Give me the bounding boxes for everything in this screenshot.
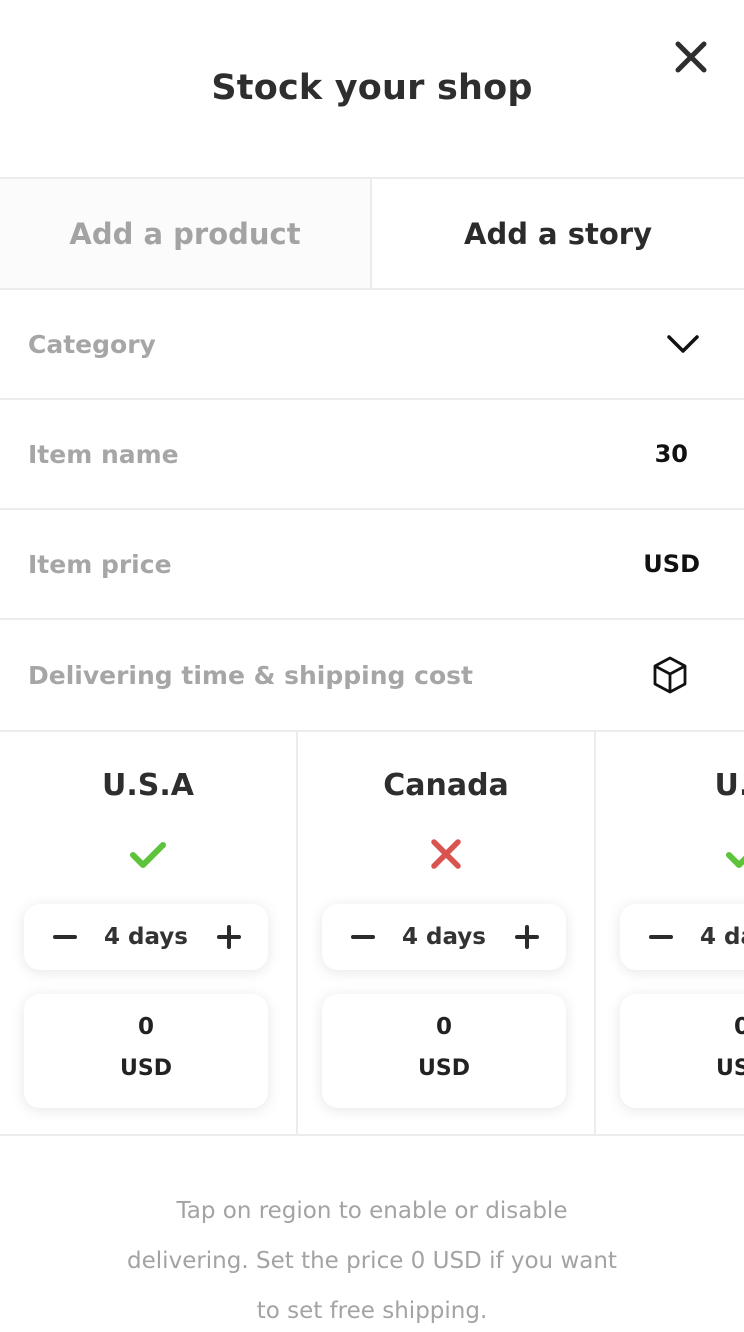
increase-days-button[interactable] <box>204 904 254 970</box>
box-icon <box>650 655 690 695</box>
check-icon <box>130 842 166 868</box>
shipping-price-value: 0 <box>435 1014 452 1040</box>
tab-bar: Add a product Add a story <box>0 177 744 290</box>
tab-add-story[interactable]: Add a story <box>372 179 744 288</box>
shipping-currency: USD <box>716 1056 744 1081</box>
currency-label: USD <box>643 550 700 578</box>
tab-label: Add a product <box>69 216 301 251</box>
shipping-price-field[interactable]: 0 USD <box>620 994 744 1108</box>
cross-icon <box>431 839 461 869</box>
shipping-regions: U.S.A 4 days 0 USD Canada 4 days 0 USD U… <box>0 730 744 1136</box>
region-name: U.K <box>714 768 744 803</box>
close-button[interactable] <box>672 38 710 76</box>
shipping-currency: USD <box>120 1056 172 1081</box>
category-select[interactable]: Category <box>0 290 744 400</box>
check-icon <box>726 852 744 868</box>
chevron-down-icon <box>666 333 700 355</box>
decrease-days-button[interactable] <box>338 904 388 970</box>
delivery-label: Delivering time & shipping cost <box>28 660 473 690</box>
days-value: 4 days <box>700 924 744 950</box>
region-usa[interactable]: U.S.A 4 days 0 USD <box>0 732 298 1134</box>
plus-icon <box>217 925 241 949</box>
decrease-days-button[interactable] <box>40 904 90 970</box>
minus-icon <box>53 935 77 939</box>
shipping-currency: USD <box>418 1056 470 1081</box>
page-title: Stock your shop <box>211 68 533 108</box>
item-name-label: Item name <box>28 439 179 469</box>
delivery-row[interactable]: Delivering time & shipping cost <box>0 620 744 730</box>
shipping-price-field[interactable]: 0 USD <box>322 994 566 1108</box>
decrease-days-button[interactable] <box>636 904 686 970</box>
shipping-hint: Tap on region to enable or disable deliv… <box>127 1198 617 1324</box>
category-label: Category <box>28 329 156 359</box>
item-price-field[interactable]: Item price USD <box>0 510 744 620</box>
shipping-price-value: 0 <box>137 1014 154 1040</box>
shipping-price-value: 0 <box>620 1014 744 1040</box>
item-name-field[interactable]: Item name 30 <box>0 400 744 510</box>
region-uk[interactable]: U.K 4 days 0 USD <box>596 732 744 1134</box>
region-name: U.S.A <box>102 768 194 803</box>
modal-header: Stock your shop <box>0 0 744 178</box>
increase-days-button[interactable] <box>502 904 552 970</box>
minus-icon <box>649 935 673 939</box>
minus-icon <box>351 935 375 939</box>
shipping-price-field[interactable]: 0 USD <box>24 994 268 1108</box>
days-stepper: 4 days <box>620 904 744 970</box>
item-name-value: 30 <box>654 440 688 468</box>
tab-label: Add a story <box>464 216 652 251</box>
tab-add-product[interactable]: Add a product <box>0 179 372 288</box>
plus-icon <box>515 925 539 949</box>
item-price-label: Item price <box>28 549 172 579</box>
days-stepper: 4 days <box>24 904 268 970</box>
region-name: Canada <box>383 768 509 803</box>
days-stepper: 4 days <box>322 904 566 970</box>
days-value: 4 days <box>104 924 188 950</box>
region-canada[interactable]: Canada 4 days 0 USD <box>298 732 596 1134</box>
days-value: 4 days <box>402 924 486 950</box>
close-icon <box>675 41 707 73</box>
